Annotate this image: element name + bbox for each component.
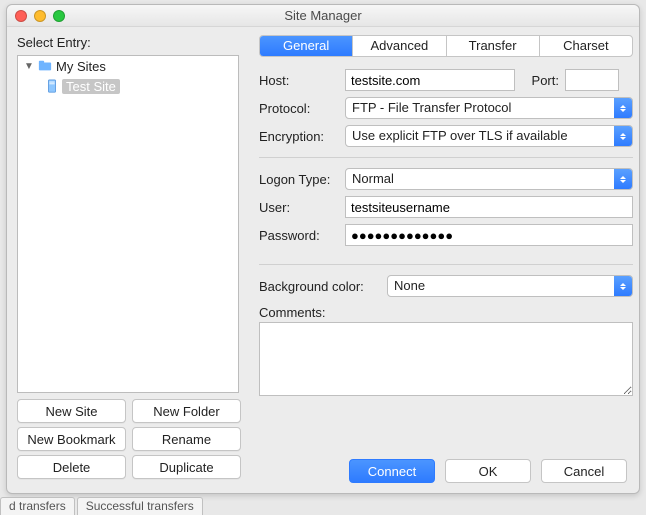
- chevron-updown-icon: [614, 169, 632, 189]
- tree-item-selected[interactable]: Test Site: [18, 76, 238, 96]
- connect-button[interactable]: Connect: [349, 459, 435, 483]
- tree-root[interactable]: ▼ My Sites: [18, 56, 238, 76]
- comments-textarea[interactable]: [259, 322, 633, 396]
- logon-type-value: Normal: [352, 171, 394, 186]
- background-color-label: Background color:: [259, 279, 387, 294]
- port-input[interactable]: [565, 69, 619, 91]
- cancel-button[interactable]: Cancel: [541, 459, 627, 483]
- logon-type-select[interactable]: Normal: [345, 168, 633, 190]
- divider: [259, 157, 633, 158]
- minimize-icon[interactable]: [34, 10, 46, 22]
- protocol-select[interactable]: FTP - File Transfer Protocol: [345, 97, 633, 119]
- background-color-select[interactable]: None: [387, 275, 633, 297]
- duplicate-button[interactable]: Duplicate: [132, 455, 241, 479]
- delete-button[interactable]: Delete: [17, 455, 126, 479]
- host-label: Host:: [259, 73, 345, 88]
- user-input[interactable]: [345, 196, 633, 218]
- tab-advanced[interactable]: Advanced: [353, 36, 446, 56]
- new-bookmark-button[interactable]: New Bookmark: [17, 427, 126, 451]
- new-folder-button[interactable]: New Folder: [132, 399, 241, 423]
- background-status-tabs: d transfers Successful transfers: [0, 497, 205, 515]
- tab-general[interactable]: General: [260, 36, 353, 56]
- settings-tabs: General Advanced Transfer Settings Chars…: [259, 35, 633, 57]
- status-tab[interactable]: Successful transfers: [77, 497, 203, 515]
- select-entry-label: Select Entry:: [17, 35, 91, 50]
- chevron-updown-icon: [614, 276, 632, 296]
- window-title: Site Manager: [284, 8, 361, 23]
- dialog-buttons: Connect OK Cancel: [349, 459, 627, 483]
- disclosure-triangle-icon[interactable]: ▼: [24, 61, 34, 72]
- tab-charset[interactable]: Charset: [540, 36, 632, 56]
- chevron-updown-icon: [614, 126, 632, 146]
- ok-button[interactable]: OK: [445, 459, 531, 483]
- status-tab[interactable]: d transfers: [0, 497, 75, 515]
- encryption-label: Encryption:: [259, 129, 345, 144]
- protocol-value: FTP - File Transfer Protocol: [352, 100, 511, 115]
- chevron-updown-icon: [614, 98, 632, 118]
- background-color-value: None: [394, 278, 425, 293]
- host-input[interactable]: [345, 69, 515, 91]
- site-buttons: New Site New Folder New Bookmark Rename …: [17, 399, 241, 479]
- zoom-icon[interactable]: [53, 10, 65, 22]
- user-label: User:: [259, 200, 345, 215]
- logon-type-label: Logon Type:: [259, 172, 345, 187]
- port-label: Port:: [515, 73, 565, 88]
- folder-icon: [38, 59, 52, 73]
- content-area: Select Entry: ▼ My Sites Test Site New S…: [7, 27, 639, 493]
- tree-root-label: My Sites: [56, 59, 106, 74]
- site-tree[interactable]: ▼ My Sites Test Site: [17, 55, 239, 393]
- protocol-label: Protocol:: [259, 101, 345, 116]
- encryption-select[interactable]: Use explicit FTP over TLS if available: [345, 125, 633, 147]
- site-manager-window: Site Manager Select Entry: ▼ My Sites Te…: [6, 4, 640, 494]
- comments-label: Comments:: [259, 305, 633, 320]
- window-controls: [15, 10, 65, 22]
- close-icon[interactable]: [15, 10, 27, 22]
- rename-button[interactable]: Rename: [132, 427, 241, 451]
- password-label: Password:: [259, 228, 345, 243]
- general-form: Host: Port: Protocol: FTP - File Transfe…: [259, 67, 633, 399]
- new-site-button[interactable]: New Site: [17, 399, 126, 423]
- server-icon: [46, 79, 58, 93]
- divider: [259, 264, 633, 265]
- tree-item-label: Test Site: [62, 79, 120, 94]
- tab-transfer-settings[interactable]: Transfer Settings: [447, 36, 540, 56]
- titlebar: Site Manager: [7, 5, 639, 27]
- encryption-value: Use explicit FTP over TLS if available: [352, 128, 568, 143]
- password-input[interactable]: [345, 224, 633, 246]
